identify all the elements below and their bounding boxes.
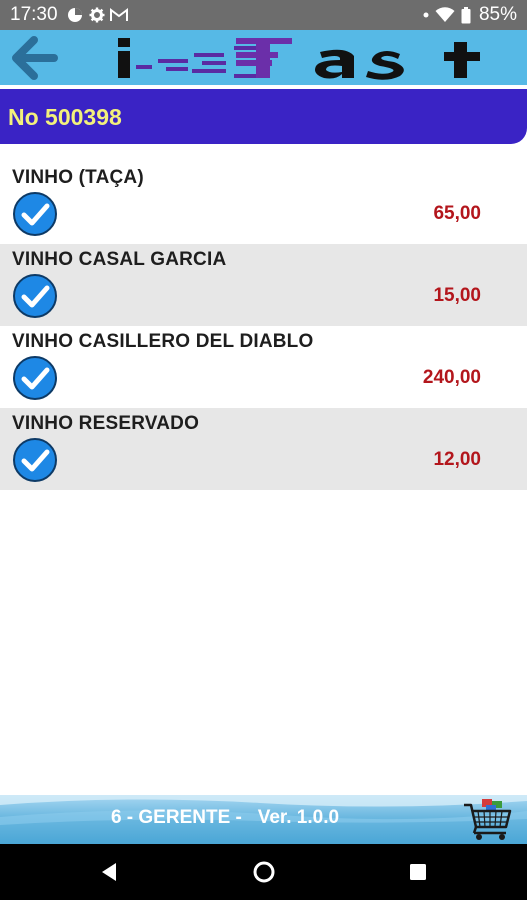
check-icon[interactable]: [12, 191, 58, 237]
battery-percent: 85%: [478, 4, 517, 25]
app-logo: [118, 38, 480, 80]
check-icon[interactable]: [12, 273, 58, 319]
item-price: 240,00: [422, 367, 481, 388]
nav-home-button[interactable]: [250, 858, 278, 886]
list-item[interactable]: VINHO (TAÇA) 65,00: [0, 162, 527, 244]
item-name: VINHO CASILLERO DEL DIABLO: [12, 331, 314, 352]
nav-recents-icon: [410, 864, 426, 880]
order-bar: No 500398: [0, 86, 527, 144]
item-price: 15,00: [433, 285, 481, 306]
system-nav-bar: [0, 844, 527, 900]
nav-back-icon: [102, 863, 116, 881]
item-name: VINHO CASAL GARCIA: [12, 249, 227, 270]
gear-icon: [88, 6, 106, 24]
check-icon[interactable]: [12, 437, 58, 483]
app-header: [0, 30, 527, 85]
order-number: No 500398: [8, 104, 122, 130]
list-item[interactable]: VINHO CASILLERO DEL DIABLO 240,00: [0, 326, 527, 408]
nav-recents-button[interactable]: [404, 858, 432, 886]
back-button[interactable]: [10, 36, 58, 80]
item-name: VINHO (TAÇA): [12, 167, 144, 188]
item-price: 12,00: [433, 449, 481, 470]
check-icon[interactable]: [12, 355, 58, 401]
app-screen: 17:30 85% No 500398 VINHO (TAÇA) 65,00 V…: [0, 0, 527, 900]
cart-button[interactable]: [462, 797, 514, 841]
nav-home-icon: [253, 861, 275, 883]
battery-icon: [460, 6, 472, 24]
status-right: 85%: [422, 4, 517, 26]
item-list: VINHO (TAÇA) 65,00 VINHO CASAL GARCIA 15…: [0, 162, 527, 490]
item-price: 65,00: [433, 203, 481, 224]
status-bar: 17:30 85%: [0, 0, 527, 30]
wifi-icon: [434, 6, 456, 24]
list-item[interactable]: VINHO CASAL GARCIA 15,00: [0, 244, 527, 326]
nav-back-button[interactable]: [96, 858, 124, 886]
list-item[interactable]: VINHO RESERVADO 12,00: [0, 408, 527, 490]
shopping-cart-icon: [464, 799, 512, 840]
data-saver-icon: [66, 6, 84, 24]
item-name: VINHO RESERVADO: [12, 413, 200, 434]
dot-icon: [422, 6, 430, 24]
status-time: 17:30: [10, 4, 58, 25]
arrow-left-icon: [12, 36, 58, 80]
footer-user-version: 6 - GERENTE - Ver. 1.0.0: [110, 807, 340, 828]
gmail-icon: [109, 6, 128, 24]
footer-bar: 6 - GERENTE - Ver. 1.0.0: [0, 795, 527, 844]
